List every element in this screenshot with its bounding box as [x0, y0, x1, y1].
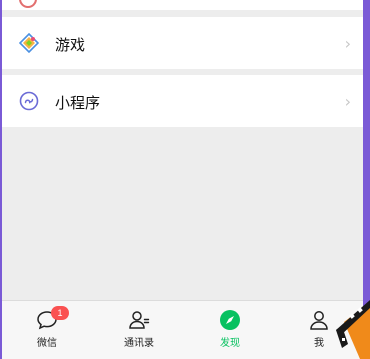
games-icon [19, 33, 39, 53]
tab-contacts[interactable]: 通讯录 [109, 301, 169, 359]
cropped-icon [19, 0, 37, 8]
bottom-tab-bar: 1 微信 通讯录 发现 我 [2, 300, 363, 359]
tab-chats[interactable]: 1 微信 [17, 301, 77, 359]
menu-item-mini-programs[interactable]: 小程序 › [2, 75, 363, 127]
partially-visible-row[interactable] [2, 0, 363, 10]
phone-screen: 游戏 › 小程序 › 1 微信 通讯录 发现 我 [2, 0, 363, 359]
tab-label: 通讯录 [124, 338, 154, 349]
tab-label: 发现 [220, 338, 240, 349]
menu-item-games[interactable]: 游戏 › [2, 17, 363, 69]
discover-compass-icon [220, 310, 240, 330]
mini-programs-icon [19, 91, 39, 111]
unread-badge: 1 [51, 306, 69, 320]
person-icon [310, 311, 328, 330]
tab-label: 微信 [37, 338, 57, 349]
menu-item-label: 小程序 [55, 94, 101, 112]
contacts-icon [129, 311, 150, 329]
menu-item-label: 游戏 [55, 36, 86, 54]
film-strip-icon [336, 300, 370, 359]
chevron-right-icon: › [344, 34, 351, 53]
tab-discover[interactable]: 发现 [200, 301, 260, 359]
chevron-right-icon: › [344, 92, 351, 111]
